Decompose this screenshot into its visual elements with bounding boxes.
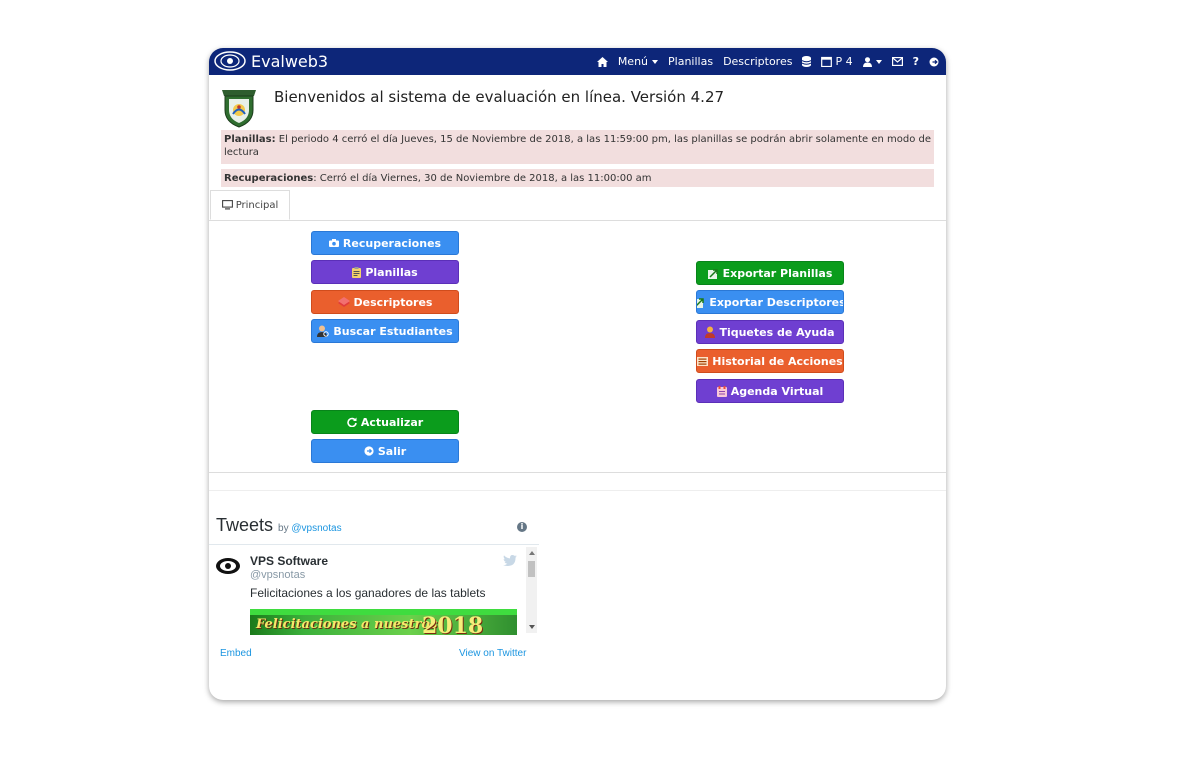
salir-button-label: Salir [377, 444, 407, 458]
recuperaciones-alert-label: Recuperaciones [224, 173, 314, 184]
refresh-icon [347, 417, 357, 427]
school-crest-logo [222, 90, 256, 128]
vps-avatar [216, 558, 240, 574]
welcome-header: Bienvenidos al sistema de evaluación en … [220, 86, 724, 128]
tweet-author-name[interactable]: VPS Software [250, 554, 328, 568]
panel-divider [209, 472, 946, 473]
tweets-by-handle-link[interactable]: @vpsnotas [291, 523, 341, 534]
scroll-up-arrow-icon[interactable] [529, 551, 535, 555]
scroll-down-arrow-icon[interactable] [529, 625, 535, 629]
recuperaciones-alert-text: : Cerró el día Viernes, 30 de Noviembre … [313, 173, 652, 184]
tab-principal-label: Principal [235, 199, 279, 211]
historial-button[interactable]: Historial de Acciones [696, 349, 844, 373]
exportar-descriptores-button[interactable]: Exportar Descriptores [696, 290, 844, 314]
support-agent-icon [705, 326, 716, 338]
books-icon [337, 297, 350, 307]
recuperaciones-alert: Recuperaciones: Cerró el día Viernes, 30… [221, 169, 934, 187]
nav-menu-dropdown[interactable]: Menú [617, 55, 659, 68]
agenda-virtual-button[interactable]: Agenda Virtual [696, 379, 844, 403]
envelope-icon [891, 57, 903, 66]
tweets-header: Tweets by @vpsnotas [216, 515, 342, 536]
nav-user[interactable] [862, 56, 882, 67]
planillas-button-label: Planillas [365, 265, 418, 279]
period-label: P 4 [835, 55, 853, 68]
buscar-estudiantes-button-label: Buscar Estudiantes [333, 324, 453, 338]
tweet-text: Felicitaciones a los ganadores de las ta… [250, 586, 486, 600]
export-icon [697, 297, 705, 308]
tab-principal[interactable]: Principal [210, 190, 290, 220]
twitter-bird-icon[interactable] [503, 555, 517, 566]
brand[interactable]: Evalweb3 [213, 50, 328, 72]
nav-logout[interactable] [929, 57, 940, 67]
planillas-alert-text: El periodo 4 cerró el día Jueves, 15 de … [224, 134, 932, 158]
planillas-button[interactable]: Planillas [311, 260, 459, 284]
tweet-timeline[interactable]: VPS Software @vpsnotas Felicitaciones a … [209, 544, 539, 635]
tweet-image-year: 2018 [422, 613, 484, 635]
exportar-planillas-button[interactable]: Exportar Planillas [696, 261, 844, 285]
nav-planillas[interactable]: Planillas [668, 55, 713, 68]
planillas-alert-label: Planillas: [224, 134, 276, 145]
welcome-title: Bienvenidos al sistema de evaluación en … [274, 88, 725, 106]
salir-button[interactable]: Salir [311, 439, 459, 463]
user-icon [862, 56, 872, 67]
nav-messages[interactable] [891, 57, 903, 66]
tab-bar: Principal [209, 190, 946, 221]
student-search-icon [317, 325, 330, 337]
nav-period[interactable]: P 4 [821, 55, 853, 68]
tweets-by-label: by [278, 523, 289, 534]
planillas-alert: Planillas: El periodo 4 cerró el día Jue… [221, 130, 934, 164]
info-icon[interactable]: i [517, 522, 527, 532]
list-icon [697, 356, 709, 366]
tweet-image[interactable]: Felicitaciones a nuestros 2018 [250, 609, 517, 635]
descriptores-button[interactable]: Descriptores [311, 290, 459, 314]
caret-down-icon [652, 59, 659, 64]
sign-out-icon [364, 446, 374, 456]
embed-link[interactable]: Embed [220, 648, 252, 659]
brand-name: Evalweb3 [251, 51, 329, 71]
actualizar-button-label: Actualizar [360, 415, 424, 429]
actualizar-button[interactable]: Actualizar [311, 410, 459, 434]
database-icon [802, 56, 812, 67]
camera-icon [328, 239, 339, 247]
tweet-author-handle[interactable]: @vpsnotas [250, 569, 305, 581]
view-on-twitter-link[interactable]: View on Twitter [459, 648, 526, 659]
tiquetes-button-label: Tiquetes de Ayuda [719, 325, 835, 339]
exportar-descriptores-button-label: Exportar Descriptores [709, 295, 844, 309]
agenda-icon [716, 385, 727, 397]
nav-home[interactable] [596, 56, 608, 67]
nav-menu-label: Menú [617, 55, 649, 68]
export-icon [707, 268, 719, 279]
buscar-estudiantes-button[interactable]: Buscar Estudiantes [311, 319, 459, 343]
nav-help[interactable]: ? [913, 55, 919, 68]
descriptores-button-label: Descriptores [353, 295, 433, 309]
tweets-by: by @vpsnotas [278, 523, 342, 534]
nav-database[interactable] [802, 56, 812, 67]
sign-out-icon [929, 57, 939, 66]
agenda-virtual-button-label: Agenda Virtual [730, 384, 824, 398]
caret-down-icon [875, 59, 882, 64]
historial-button-label: Historial de Acciones [712, 354, 843, 368]
scroll-thumb[interactable] [528, 561, 535, 577]
section-divider [209, 490, 946, 491]
monitor-icon [221, 200, 233, 210]
calendar-icon [821, 56, 833, 67]
exportar-planillas-button-label: Exportar Planillas [722, 266, 833, 280]
nav-menu: Menú Planillas Descriptores P 4 ? [587, 48, 940, 75]
tweets-title: Tweets [216, 515, 274, 535]
tweet-scrollbar[interactable] [526, 547, 537, 633]
tweet-image-text: Felicitaciones a nuestros [256, 617, 438, 632]
tiquetes-button[interactable]: Tiquetes de Ayuda [696, 320, 844, 344]
clipboard-icon [352, 266, 362, 278]
recuperaciones-button-label: Recuperaciones [342, 236, 442, 250]
recuperaciones-button[interactable]: Recuperaciones [311, 231, 459, 255]
nav-descriptores[interactable]: Descriptores [723, 55, 792, 68]
home-icon [596, 56, 608, 67]
eye-logo-icon [214, 51, 246, 71]
top-navbar: Evalweb3 Menú Planillas Descriptores P 4 [209, 48, 946, 75]
app-window: Evalweb3 Menú Planillas Descriptores P 4 [209, 48, 946, 700]
